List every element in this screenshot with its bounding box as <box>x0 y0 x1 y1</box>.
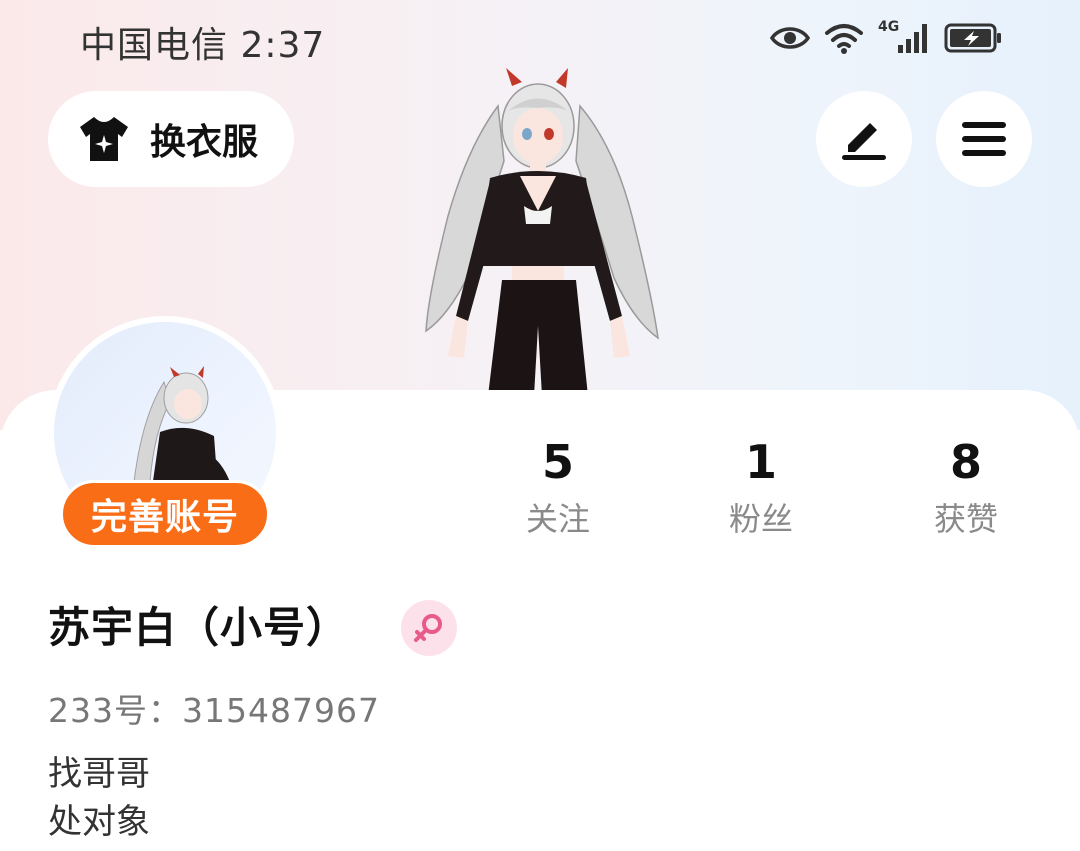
bio-line: 处对象 <box>48 802 150 842</box>
status-icons: 4G <box>770 18 1002 58</box>
avatar-character-figure <box>425 68 659 396</box>
stat-likes-count: 8 <box>949 435 982 489</box>
menu-button[interactable] <box>936 91 1032 187</box>
eye-icon <box>770 27 810 49</box>
signal-icon: 4G <box>878 19 930 55</box>
stat-following[interactable]: 5 关注 <box>488 432 628 544</box>
hamburger-menu-icon <box>962 122 1006 156</box>
edit-profile-button[interactable] <box>816 91 912 187</box>
stat-following-count: 5 <box>541 435 574 489</box>
stat-likes[interactable]: 8 获赞 <box>896 432 1036 544</box>
carrier-time: 中国电信 2:37 <box>80 25 326 66</box>
change-outfit-label: 换衣服 <box>150 122 259 163</box>
network-type-label: 4G <box>878 19 900 35</box>
stat-followers-label: 粉丝 <box>728 500 793 538</box>
tshirt-icon <box>80 117 128 161</box>
wifi-icon <box>825 24 863 54</box>
change-outfit-button[interactable]: 换衣服 <box>48 91 294 187</box>
battery-charging-icon <box>944 23 1001 53</box>
stat-following-label: 关注 <box>525 500 590 538</box>
stat-likes-label: 获赞 <box>933 500 998 538</box>
gender-badge <box>401 600 457 656</box>
bio-line: 找哥哥 <box>48 754 150 794</box>
complete-account-button[interactable]: 完善账号 <box>60 480 270 548</box>
stat-followers[interactable]: 1 粉丝 <box>691 432 831 544</box>
account-id: 233号：315487967 <box>48 691 380 730</box>
female-icon <box>414 614 442 642</box>
bio: 找哥哥 处对象 <box>48 750 150 846</box>
edit-pen-icon <box>842 123 886 160</box>
stat-followers-count: 1 <box>744 435 777 489</box>
username: 苏宇白（小号） <box>48 603 350 652</box>
